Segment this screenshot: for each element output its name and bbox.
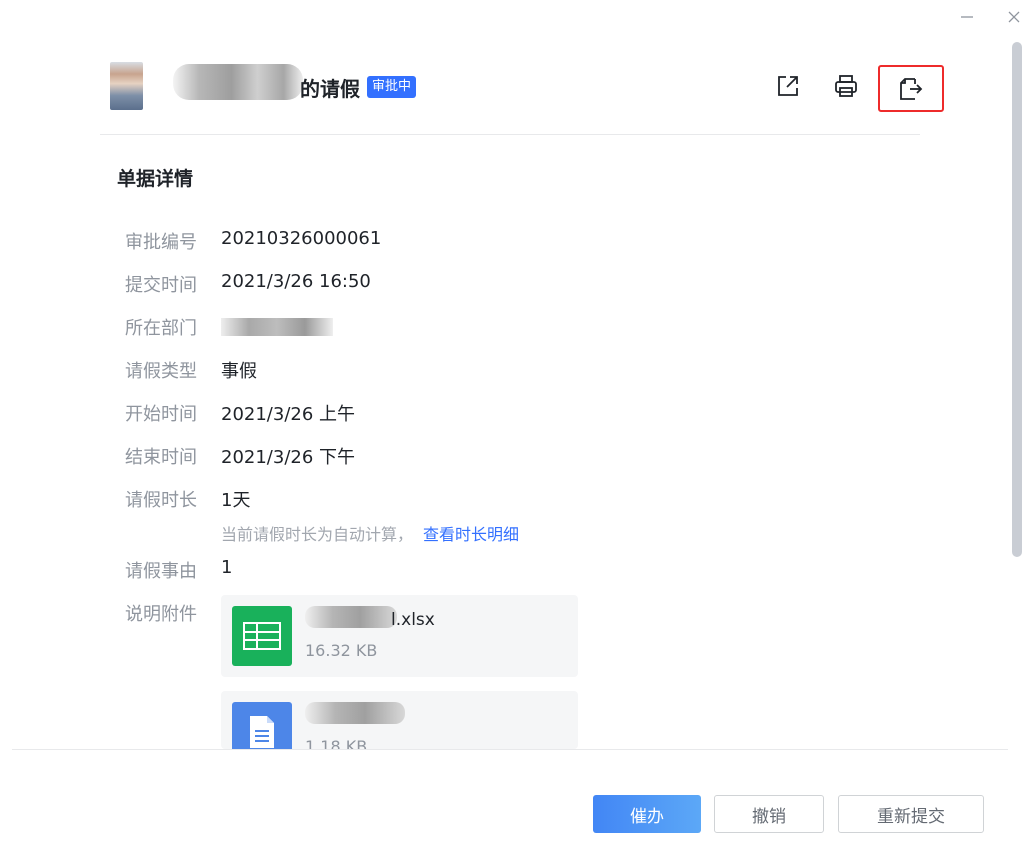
view-duration-detail-link[interactable]: 查看时长明细 xyxy=(423,525,519,544)
detail-label: 结束时间 xyxy=(125,447,197,468)
minimize-button[interactable] xyxy=(956,6,978,28)
print-button[interactable] xyxy=(826,66,866,106)
detail-value: 20210326000061 xyxy=(221,228,382,249)
approval-header: 的请假 审批中 xyxy=(100,56,944,135)
document-icon xyxy=(232,702,292,749)
file-name: l.xlsx xyxy=(391,610,435,630)
share-icon xyxy=(778,76,798,96)
redacted-department xyxy=(221,318,333,336)
action-footer: 催办 撤销 重新提交 xyxy=(12,749,1008,863)
attachment-card[interactable]: l.xlsx 16.32 KB xyxy=(221,595,578,677)
detail-value: 1 xyxy=(221,557,233,578)
detail-label: 所在部门 xyxy=(125,318,197,339)
detail-value: 2021/3/26 下午 xyxy=(221,447,356,468)
page-title: 的请假 xyxy=(300,77,360,101)
close-button[interactable] xyxy=(1003,6,1025,28)
detail-label: 请假事由 xyxy=(125,561,197,582)
file-size: 16.32 KB xyxy=(305,641,378,660)
minimize-icon xyxy=(961,16,973,18)
redacted-applicant-name xyxy=(173,64,303,100)
detail-label: 请假时长 xyxy=(125,490,197,511)
duration-hint: 当前请假时长为自动计算， 查看时长明细 xyxy=(221,521,519,545)
scrollbar-thumb[interactable] xyxy=(1012,42,1022,557)
status-badge: 审批中 xyxy=(367,76,417,98)
export-button[interactable] xyxy=(878,65,944,112)
file-size: 1.18 KB xyxy=(305,737,368,749)
detail-label: 请假类型 xyxy=(125,361,197,382)
redacted-file-name xyxy=(305,606,397,628)
detail-label: 审批编号 xyxy=(125,232,197,253)
urge-button[interactable]: 催办 xyxy=(593,795,701,833)
detail-label: 提交时间 xyxy=(125,275,197,296)
section-title: 单据详情 xyxy=(117,168,194,190)
detail-label: 说明附件 xyxy=(125,604,197,625)
share-button[interactable] xyxy=(768,66,808,106)
detail-value: 2021/3/26 上午 xyxy=(221,404,356,425)
avatar xyxy=(110,62,143,110)
export-icon xyxy=(900,77,923,100)
duration-hint-text: 当前请假时长为自动计算， xyxy=(221,525,414,544)
close-icon xyxy=(1008,11,1020,23)
redacted-file-name xyxy=(305,702,405,724)
detail-value: 1天 xyxy=(221,490,251,511)
detail-label: 开始时间 xyxy=(125,404,197,425)
detail-value: 事假 xyxy=(221,361,257,382)
spreadsheet-icon xyxy=(232,606,292,666)
attachment-card[interactable]: 1.18 KB xyxy=(221,691,578,749)
revoke-button[interactable]: 撤销 xyxy=(714,795,824,833)
detail-value: 2021/3/26 16:50 xyxy=(221,271,371,292)
resubmit-button[interactable]: 重新提交 xyxy=(838,795,984,833)
print-icon xyxy=(835,75,857,97)
